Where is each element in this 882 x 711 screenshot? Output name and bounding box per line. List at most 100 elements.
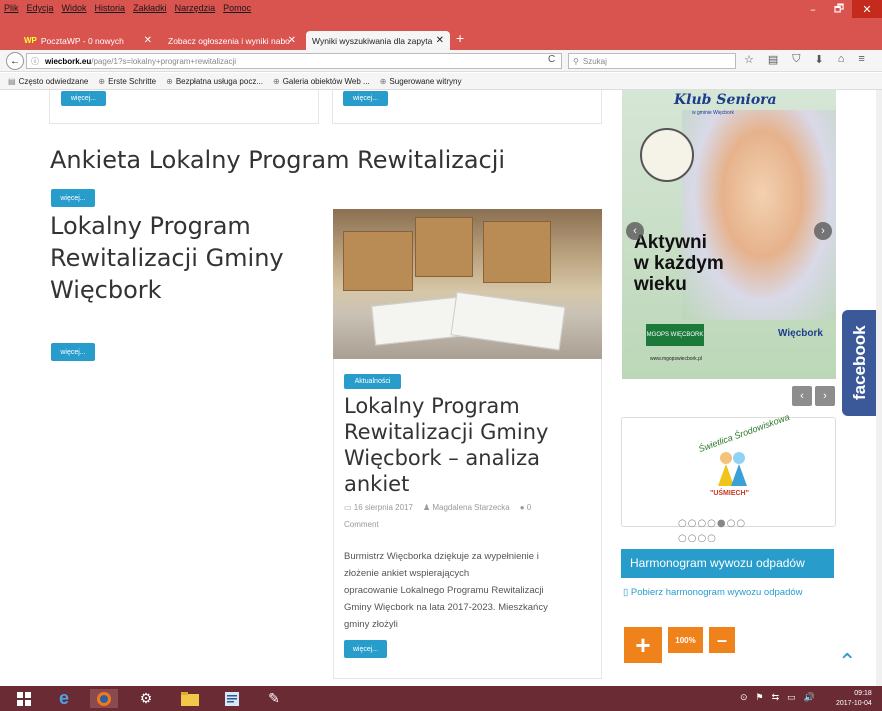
- calendar-icon: ▭: [344, 503, 354, 512]
- internet-explorer-icon[interactable]: e: [50, 688, 78, 708]
- comment-label[interactable]: Comment: [344, 520, 379, 529]
- pocket-icon[interactable]: ⛉: [792, 53, 800, 66]
- title-line: ankiet: [344, 472, 410, 496]
- menu-item-zakladki[interactable]: Zakładki: [133, 3, 167, 13]
- settings-app-icon[interactable]: ⚙: [132, 689, 160, 708]
- banner-prev-arrow-icon[interactable]: ‹: [626, 222, 644, 240]
- category-badge[interactable]: Aktualności: [344, 374, 401, 389]
- more-button[interactable]: więcej...: [51, 189, 95, 207]
- reading-list-icon[interactable]: ▤: [768, 53, 778, 66]
- article-excerpt: Burmistrz Więcborka dziękuje za wypełnie…: [344, 548, 548, 633]
- window-controls: – 🗗 ✕: [800, 0, 882, 18]
- maximize-button[interactable]: 🗗: [826, 0, 852, 18]
- menu-item-widok[interactable]: Widok: [62, 3, 87, 13]
- bookmark-czesto-odwiedzane[interactable]: ▤ Często odwiedzane: [8, 77, 88, 86]
- download-icon[interactable]: ⬇: [815, 53, 824, 66]
- bookmark-erste-schritte[interactable]: ⊕ Erste Schritte: [98, 77, 156, 86]
- display-icon[interactable]: ▭: [787, 692, 796, 703]
- banner-next-arrow-icon[interactable]: ›: [814, 222, 832, 240]
- banner-title: Klub Seniora: [674, 92, 777, 108]
- home-icon[interactable]: ⌂: [838, 53, 845, 66]
- new-tab-button[interactable]: +: [456, 30, 464, 46]
- klub-seniora-banner[interactable]: Klub Seniora w gminie Więcbork Aktywni w…: [622, 90, 836, 379]
- more-button[interactable]: więcej...: [343, 91, 388, 106]
- ballot-box-image: [483, 221, 551, 283]
- slider-prev-button[interactable]: ‹: [792, 386, 812, 406]
- author-link[interactable]: ♟ Magdalena Starzecka: [423, 503, 510, 512]
- bookmark-galeria-obiektow[interactable]: ⊕ Galeria obiektów Web ...: [273, 77, 370, 86]
- post-title-ankieta[interactable]: Ankieta Lokalny Program Rewitalizacji: [50, 146, 505, 174]
- facebook-label: facebook: [850, 325, 869, 400]
- menu-bar: Plik Edycja Widok Historia Zakładki Narz…: [4, 3, 251, 13]
- url-bar[interactable]: ⓘ wiecbork.eu /page/1?s=lokalny+program+…: [26, 53, 562, 69]
- document-icon: ▯: [623, 587, 631, 598]
- reload-icon[interactable]: C: [548, 54, 555, 65]
- search-input[interactable]: ⚲ Szukaj: [568, 53, 736, 69]
- flag-icon[interactable]: ⚑: [756, 692, 764, 703]
- more-button[interactable]: więcej...: [61, 91, 106, 106]
- slider-next-button[interactable]: ›: [815, 386, 835, 406]
- menu-item-historia[interactable]: Historia: [95, 3, 126, 13]
- menu-item-plik[interactable]: Plik: [4, 3, 19, 13]
- tab-ogloszenia[interactable]: Zobacz ogłoszenia i wyniki nabo ✕: [162, 31, 302, 50]
- bookmark-bezplatna-usluga[interactable]: ⊕ Bezpłatna usługa pocz...: [166, 77, 263, 86]
- more-button[interactable]: więcej...: [51, 343, 95, 361]
- page-content: więcej... więcej... Ankieta Lokalny Prog…: [0, 90, 882, 686]
- article-photo[interactable]: [333, 209, 602, 359]
- font-reset-button[interactable]: 100%: [668, 627, 703, 653]
- carousel-dots[interactable]: ○○○○: [678, 533, 717, 544]
- windows-start-icon[interactable]: [10, 689, 38, 708]
- slogan-line: w każdym: [634, 253, 724, 274]
- back-button[interactable]: ←: [6, 52, 24, 70]
- tab-label: Zobacz ogłoszenia i wyniki nabo: [168, 35, 290, 46]
- post-title-lokalny-program[interactable]: Lokalny Program Rewitalizacji Gminy Więc…: [50, 210, 284, 306]
- font-increase-button[interactable]: +: [624, 627, 662, 663]
- minimize-button[interactable]: –: [800, 0, 826, 18]
- file-explorer-icon[interactable]: [176, 689, 204, 708]
- menu-item-pomoc[interactable]: Pomoc: [223, 3, 251, 13]
- title-line: Lokalny Program: [50, 212, 251, 240]
- scrollbar[interactable]: [876, 90, 882, 686]
- menu-item-edycja[interactable]: Edycja: [27, 3, 54, 13]
- font-decrease-button[interactable]: –: [709, 627, 735, 653]
- close-window-button[interactable]: ✕: [852, 0, 882, 18]
- scroll-to-top-icon[interactable]: ⌃: [838, 650, 856, 675]
- hamburger-menu-icon[interactable]: ≡: [858, 53, 864, 66]
- word-processor-icon[interactable]: [218, 689, 246, 708]
- network-status-icon[interactable]: ⊙: [740, 692, 748, 703]
- clock[interactable]: 09:18 2017-10-04: [836, 689, 872, 709]
- excerpt-line: złożenie ankiet wspierających: [344, 568, 470, 579]
- firefox-icon[interactable]: [90, 689, 118, 708]
- globe-icon: ⊕: [166, 76, 173, 86]
- sync-icon[interactable]: ⇆: [772, 692, 780, 703]
- bookmark-sugerowane-witryny[interactable]: ⊕ Sugerowane witryny: [380, 77, 462, 86]
- tab-close-icon[interactable]: ✕: [144, 35, 152, 46]
- info-icon[interactable]: ⓘ: [31, 56, 39, 67]
- paint-app-icon[interactable]: ✎: [260, 689, 288, 708]
- tab-close-icon[interactable]: ✕: [288, 35, 296, 46]
- more-button[interactable]: więcej...: [344, 640, 387, 658]
- tab-wyniki-wyszukiwania[interactable]: Wyniki wyszukiwania dla zapyta ✕: [306, 31, 450, 50]
- tab-label: PocztaWP - 0 nowych: [40, 35, 124, 46]
- carousel-dots[interactable]: ○○○○●○○: [678, 518, 746, 529]
- user-icon: ♟: [422, 503, 433, 512]
- tab-close-icon[interactable]: ✕: [436, 35, 444, 46]
- toolbar-icons: ☆ ▤ ⛉ ⬇ ⌂ ≡: [744, 53, 865, 66]
- tab-poczta-wp[interactable]: WP PocztaWP - 0 nowych ✕: [18, 31, 158, 50]
- comments-link[interactable]: ● 0: [520, 503, 532, 512]
- menu-item-narzedzia[interactable]: Narzędzia: [175, 3, 216, 13]
- swietlica-usmiech-card[interactable]: Świetlica Środowiskowa "UŚMIECH": [621, 412, 836, 527]
- volume-icon[interactable]: 🔊: [804, 692, 815, 703]
- bookmark-star-icon[interactable]: ☆: [744, 53, 754, 66]
- harmonogram-download-link[interactable]: ▯ Pobierz harmonogram wywozu odpadów: [623, 587, 803, 598]
- excerpt-line: Burmistrz Więcborka dziękuje za wypełnie…: [344, 551, 539, 562]
- ballot-box-image: [343, 231, 413, 291]
- bookmark-label: Sugerowane witryny: [389, 76, 462, 86]
- search-placeholder: Szukaj: [582, 56, 607, 66]
- date-link[interactable]: ▭ 16 sierpnia 2017: [344, 503, 413, 512]
- article-title[interactable]: Lokalny Program Rewitalizacji Gminy Więc…: [344, 393, 594, 497]
- harmonogram-heading: Harmonogram wywozu odpadów: [621, 549, 834, 576]
- title-line: Więcbork: [50, 276, 162, 304]
- bookmark-folder-icon: ▤: [8, 76, 16, 86]
- title-line: Więcbork – analiza: [344, 446, 541, 470]
